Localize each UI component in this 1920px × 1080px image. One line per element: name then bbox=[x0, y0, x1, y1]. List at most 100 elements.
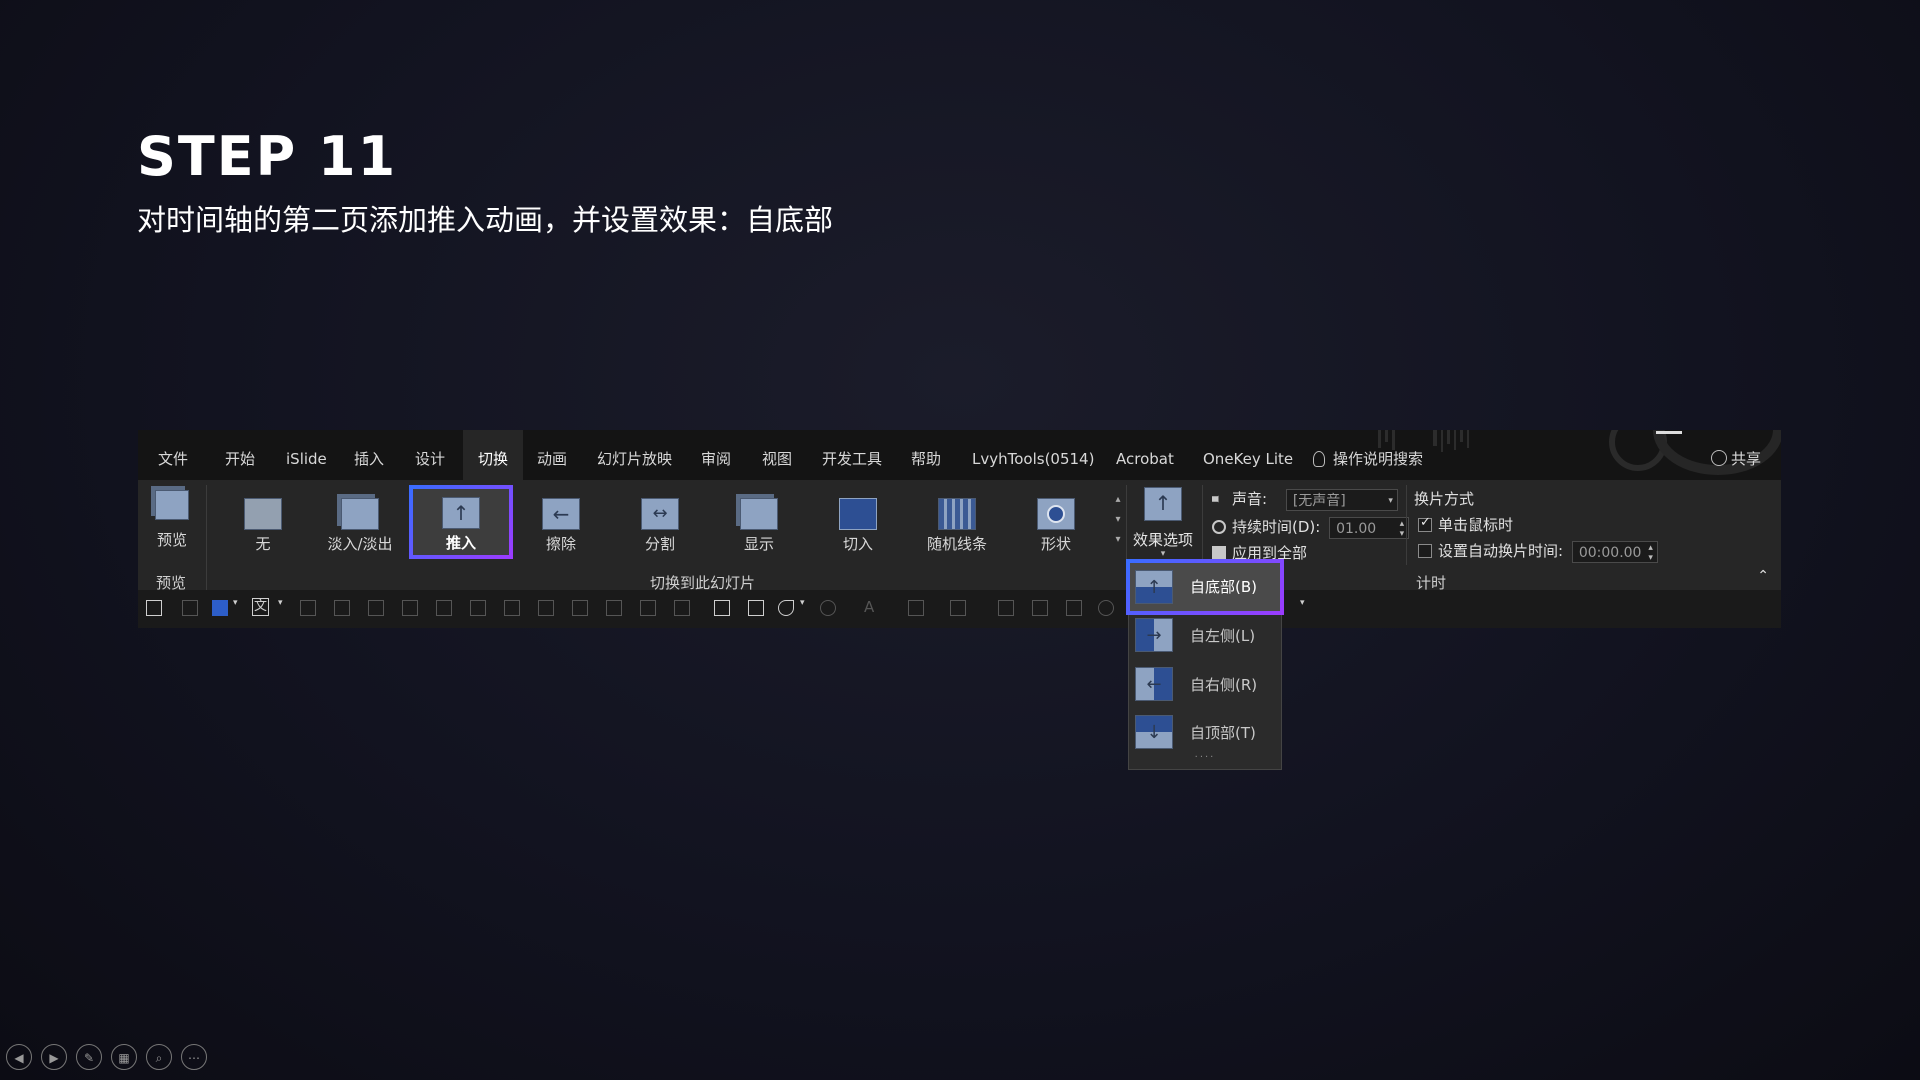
lock-icon[interactable] bbox=[606, 600, 622, 616]
chevron-down-icon[interactable]: ▾ bbox=[800, 598, 805, 608]
clear-icon[interactable] bbox=[182, 600, 198, 616]
speaker-icon bbox=[1212, 492, 1224, 506]
transition-split-label: 分割 bbox=[644, 535, 675, 553]
transition-wipe[interactable]: ← 擦除 bbox=[516, 486, 606, 558]
tab-home[interactable]: 开始 bbox=[225, 430, 255, 480]
brush-icon[interactable] bbox=[1032, 600, 1048, 616]
send-backward-icon[interactable] bbox=[402, 600, 418, 616]
tab-file[interactable]: 文件 bbox=[158, 430, 188, 480]
transition-shape-label: 形状 bbox=[1040, 535, 1071, 553]
transition-random-bars[interactable]: 随机线条 bbox=[912, 486, 1002, 558]
tab-review[interactable]: 审阅 bbox=[701, 430, 731, 480]
chevron-down-icon[interactable]: ▾ bbox=[278, 598, 283, 608]
duration-stepper[interactable]: 01.00 ▴ ▾ bbox=[1329, 516, 1410, 539]
slideshow-nav: ◀ ▶ ✎ ▦ ⌕ ⋯ bbox=[6, 1044, 216, 1070]
effect-from-right[interactable]: ← 自右侧(R) bbox=[1129, 661, 1281, 709]
bring-forward-icon[interactable] bbox=[368, 600, 384, 616]
arrow-right-icon: → bbox=[1135, 618, 1173, 652]
preview-button[interactable]: 预览 bbox=[140, 484, 204, 564]
clock-icon bbox=[1212, 520, 1226, 534]
transition-cut-label: 切入 bbox=[842, 535, 873, 553]
shapes-icon[interactable] bbox=[778, 600, 794, 616]
separator bbox=[1406, 485, 1407, 565]
effect-options-icon: ↑ bbox=[1144, 487, 1182, 521]
align-icon[interactable] bbox=[300, 600, 316, 616]
gallery-scroll-up-icon[interactable]: ▴ bbox=[1111, 490, 1125, 510]
font-color-icon[interactable]: A bbox=[864, 598, 874, 616]
auto-advance-value: 00:00.00 bbox=[1578, 544, 1642, 561]
tab-slideshow[interactable]: 幻灯片放映 bbox=[597, 430, 672, 480]
color-fill-icon[interactable] bbox=[212, 600, 228, 616]
group-icon[interactable] bbox=[334, 600, 350, 616]
transition-shape[interactable]: 形状 bbox=[1011, 486, 1101, 558]
gallery-more-icon[interactable]: ▾ bbox=[1111, 530, 1125, 550]
sound-value: [无声音] bbox=[1292, 492, 1346, 509]
transition-fade[interactable]: 淡入/淡出 bbox=[315, 486, 405, 558]
effect-from-top[interactable]: ↓ 自顶部(T) bbox=[1129, 709, 1281, 757]
circle-icon[interactable] bbox=[1098, 600, 1114, 616]
step-description: 对时间轴的第二页添加推入动画，并设置效果：自底部 bbox=[137, 203, 834, 237]
tab-help[interactable]: 帮助 bbox=[911, 430, 941, 480]
transition-cut[interactable]: 切入 bbox=[813, 486, 903, 558]
tell-me-search[interactable]: 操作说明搜索 bbox=[1313, 430, 1423, 480]
slide-size-icon[interactable] bbox=[714, 600, 730, 616]
undo-icon[interactable] bbox=[820, 600, 836, 616]
sound-select[interactable]: [无声音] ▾ bbox=[1285, 488, 1398, 511]
distribute-icon[interactable] bbox=[436, 600, 452, 616]
transition-push-label: 推入 bbox=[445, 534, 476, 552]
tab-onekey-lite[interactable]: OneKey Lite bbox=[1203, 430, 1293, 480]
quick-access-toolbar: ▾ 文 ▾ ▾ A ▾ bbox=[138, 590, 1781, 628]
customize-toolbar-icon[interactable]: ▾ bbox=[1300, 598, 1305, 608]
duration-value: 01.00 bbox=[1336, 520, 1377, 537]
menu-resize-grip-icon[interactable]: ···· bbox=[1129, 752, 1281, 763]
transition-push[interactable]: ↑ 推入 bbox=[409, 485, 513, 559]
gallery-scroll[interactable]: ▴ ▾ ▾ bbox=[1111, 490, 1125, 554]
more-options-icon[interactable]: ⋯ bbox=[181, 1044, 207, 1070]
on-click-checkbox[interactable] bbox=[1418, 515, 1432, 532]
collapse-ribbon-icon[interactable]: ⌃ bbox=[1757, 568, 1769, 584]
text-direction-icon[interactable]: 文 bbox=[252, 598, 270, 616]
pen-icon[interactable]: ✎ bbox=[76, 1044, 102, 1070]
tab-design[interactable]: 设计 bbox=[415, 430, 445, 480]
auto-advance-checkbox[interactable] bbox=[1418, 544, 1432, 558]
decorative-banner bbox=[1378, 430, 1781, 475]
slide-notes-icon[interactable] bbox=[146, 600, 162, 616]
transition-split[interactable]: ↔ 分割 bbox=[615, 486, 705, 558]
next-slide-icon[interactable]: ▶ bbox=[41, 1044, 67, 1070]
tab-view[interactable]: 视图 bbox=[762, 430, 792, 480]
transition-none[interactable]: 无 bbox=[218, 486, 308, 558]
crop-icon[interactable] bbox=[504, 600, 520, 616]
anchor-icon[interactable] bbox=[674, 600, 690, 616]
flip-icon[interactable] bbox=[572, 600, 588, 616]
share-button[interactable]: 共享 bbox=[1710, 430, 1761, 480]
tab-transitions[interactable]: 切换 bbox=[463, 430, 523, 480]
slide-sorter-icon[interactable]: ▦ bbox=[111, 1044, 137, 1070]
outline-icon[interactable] bbox=[950, 600, 966, 616]
rotate-icon[interactable] bbox=[470, 600, 486, 616]
effect-options-button[interactable]: ↑ 效果选项 ▾ bbox=[1128, 485, 1198, 569]
tab-developer[interactable]: 开发工具 bbox=[822, 430, 882, 480]
text-box-icon[interactable] bbox=[748, 600, 764, 616]
auto-advance-stepper[interactable]: 00:00.00 ▴ ▾ bbox=[1571, 540, 1658, 563]
tab-lvyhtools[interactable]: LvyhTools(0514) bbox=[972, 430, 1094, 480]
effect-from-bottom[interactable]: ↑ 自底部(B) bbox=[1126, 559, 1284, 615]
preview-icon bbox=[155, 490, 189, 520]
effect-from-left[interactable]: → 自左侧(L) bbox=[1129, 612, 1281, 660]
link-icon[interactable] bbox=[640, 600, 656, 616]
gallery-scroll-down-icon[interactable]: ▾ bbox=[1111, 510, 1125, 530]
previous-slide-icon[interactable]: ◀ bbox=[6, 1044, 32, 1070]
tab-acrobat[interactable]: Acrobat bbox=[1116, 430, 1174, 480]
tab-insert[interactable]: 插入 bbox=[354, 430, 384, 480]
zoom-icon[interactable]: ⌕ bbox=[146, 1044, 172, 1070]
sound-row: 声音: [无声音] ▾ bbox=[1212, 488, 1398, 511]
star-icon[interactable] bbox=[1066, 600, 1082, 616]
apply-all-icon bbox=[1212, 546, 1226, 560]
eyedropper-icon[interactable] bbox=[998, 600, 1014, 616]
merge-icon[interactable] bbox=[538, 600, 554, 616]
fill-icon[interactable] bbox=[908, 600, 924, 616]
tab-islide[interactable]: iSlide bbox=[286, 430, 327, 480]
chevron-down-icon[interactable]: ▾ bbox=[233, 598, 238, 608]
tab-animations[interactable]: 动画 bbox=[537, 430, 567, 480]
transition-reveal[interactable]: 显示 bbox=[714, 486, 804, 558]
advance-heading: 换片方式 bbox=[1414, 490, 1475, 508]
